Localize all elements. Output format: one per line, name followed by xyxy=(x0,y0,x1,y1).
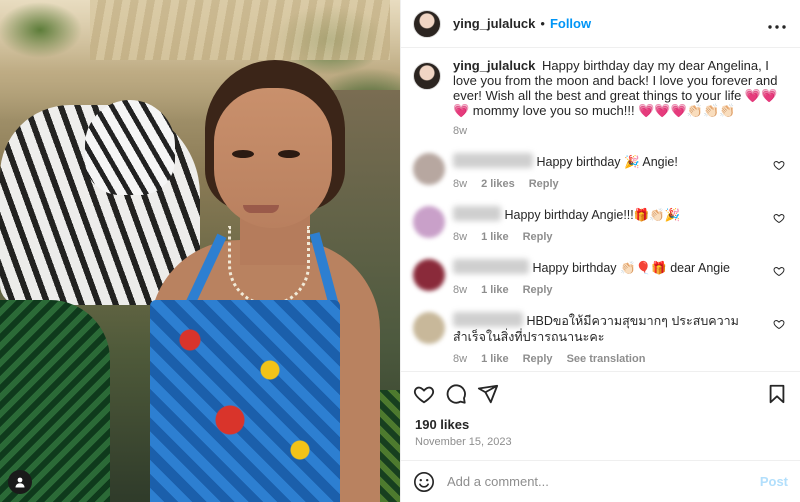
photo-girl-mouth xyxy=(243,205,279,213)
comment-text: Happy birthday 👏🏻🎈🎁 dear Angie xyxy=(532,261,730,275)
commenter-avatar[interactable] xyxy=(413,206,445,238)
reply-button[interactable]: Reply xyxy=(523,282,553,298)
comment-item: Happy birthday 👏🏻🎈🎁 dear Angie 8w 1 like… xyxy=(413,259,786,298)
comment-age[interactable]: 8w xyxy=(453,282,467,298)
photo-girl-eye-left xyxy=(232,150,254,158)
comment-like-heart-icon[interactable] xyxy=(772,265,786,277)
photo-girl-dress xyxy=(150,300,340,502)
commenter-username-blurred[interactable] xyxy=(453,206,501,221)
comment-item: HBDขอให้มีความสุขมากๆ ประสบความสำเร็จในส… xyxy=(413,312,786,367)
comment-text: Happy birthday Angie!!!🎁👏🏻🎉 xyxy=(504,208,681,222)
commenter-username-blurred[interactable] xyxy=(453,259,529,274)
post-date[interactable]: November 15, 2023 xyxy=(401,432,800,460)
photo-girl-necklace xyxy=(228,226,310,306)
photo-background-roof xyxy=(90,0,390,60)
photo-tiger-head xyxy=(85,100,175,195)
post-action-bar xyxy=(401,371,800,415)
comment-like-heart-icon[interactable] xyxy=(772,159,786,171)
more-options-icon[interactable] xyxy=(768,13,786,34)
share-icon[interactable] xyxy=(477,383,499,405)
reply-button[interactable]: Reply xyxy=(523,229,553,245)
comment-age[interactable]: 8w xyxy=(453,229,467,245)
comment-item: Happy birthday Angie!!!🎁👏🏻🎉 8w 1 like Re… xyxy=(413,206,786,245)
comment-like-heart-icon[interactable] xyxy=(772,212,786,224)
comments-section[interactable]: ying_julaluck Happy birthday day my dear… xyxy=(401,48,800,371)
commenter-avatar[interactable] xyxy=(413,312,445,344)
post-side-panel: ying_julaluck • Follow ying_julaluck Hap… xyxy=(400,0,800,502)
comment-text: Happy birthday 🎉 Angie! xyxy=(536,155,678,169)
author-username[interactable]: ying_julaluck xyxy=(453,16,535,31)
caption-author-avatar[interactable] xyxy=(413,62,441,90)
reply-button[interactable]: Reply xyxy=(523,351,553,367)
caption-age[interactable]: 8w xyxy=(453,124,467,139)
commenter-username-blurred[interactable] xyxy=(453,153,533,168)
comment-age[interactable]: 8w xyxy=(453,176,467,192)
post-photo[interactable] xyxy=(0,0,400,502)
comment-likes-count[interactable]: 1 like xyxy=(481,351,509,367)
comment-like-heart-icon[interactable] xyxy=(772,318,786,330)
see-translation-link[interactable]: See translation xyxy=(567,351,646,367)
commenter-avatar[interactable] xyxy=(413,153,445,185)
comment-input[interactable] xyxy=(447,474,760,489)
post-comment-button[interactable]: Post xyxy=(760,474,788,489)
emoji-icon[interactable] xyxy=(413,471,435,493)
caption-username[interactable]: ying_julaluck xyxy=(453,58,535,73)
comment-composer: Post xyxy=(401,460,800,502)
photo-girl-eye-right xyxy=(278,150,300,158)
commenter-username-blurred[interactable] xyxy=(453,312,523,327)
heart-icon[interactable] xyxy=(413,383,435,405)
comment-item: Happy birthday 🎉 Angie! 8w 2 likes Reply xyxy=(413,153,786,192)
instagram-post: ying_julaluck • Follow ying_julaluck Hap… xyxy=(0,0,800,502)
follow-button[interactable]: Follow xyxy=(550,16,591,31)
comment-likes-count[interactable]: 2 likes xyxy=(481,176,515,192)
reply-button[interactable]: Reply xyxy=(529,176,559,192)
header-separator: • xyxy=(540,16,545,31)
comment-likes-count[interactable]: 1 like xyxy=(481,282,509,298)
likes-count[interactable]: 190 likes xyxy=(401,415,800,432)
comment-age[interactable]: 8w xyxy=(453,351,467,367)
comment-likes-count[interactable]: 1 like xyxy=(481,229,509,245)
comment-icon[interactable] xyxy=(445,383,467,405)
post-caption: ying_julaluck Happy birthday day my dear… xyxy=(413,58,786,139)
commenter-avatar[interactable] xyxy=(413,259,445,291)
bookmark-icon[interactable] xyxy=(766,383,788,405)
user-tag-icon[interactable] xyxy=(8,470,32,494)
author-avatar[interactable] xyxy=(413,9,441,38)
post-header: ying_julaluck • Follow xyxy=(401,0,800,48)
